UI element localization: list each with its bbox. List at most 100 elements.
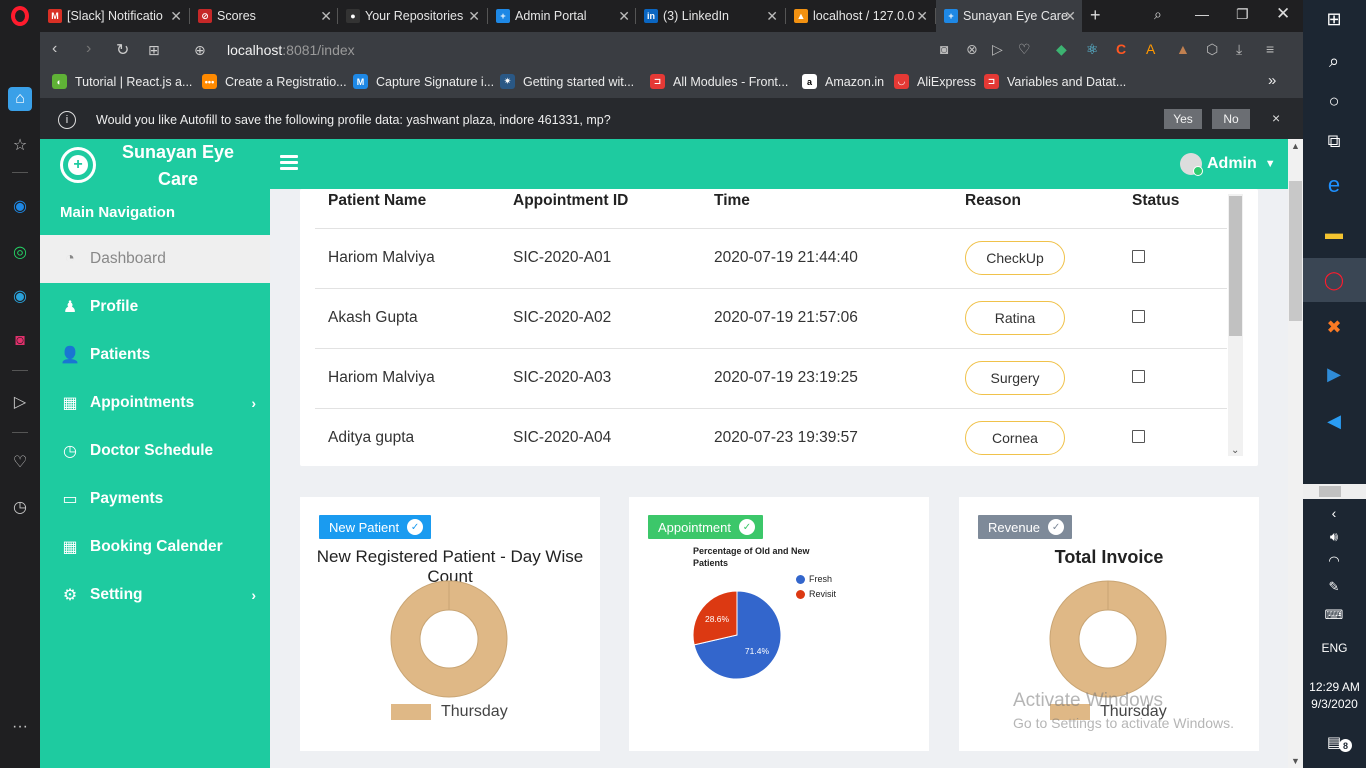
autofill-yes-button[interactable]: Yes — [1164, 109, 1202, 129]
maximize-button[interactable]: ❐ — [1236, 6, 1249, 23]
download-icon[interactable]: ⤓ — [1236, 41, 1242, 58]
table-scroll-thumb[interactable] — [1229, 196, 1242, 336]
history-icon[interactable]: ◷ — [8, 495, 32, 519]
xampp-icon[interactable]: ✖ — [1319, 312, 1349, 342]
bookmark-item[interactable]: ◡ AliExpress — [894, 74, 976, 89]
status-checkbox[interactable] — [1132, 250, 1145, 263]
send-page-icon[interactable]: ▷ — [992, 41, 1003, 58]
sidebar-item-profile[interactable]: ♟ Profile — [40, 283, 270, 331]
status-checkbox[interactable] — [1132, 430, 1145, 443]
status-checkbox[interactable] — [1132, 310, 1145, 323]
close-window-button[interactable]: ✕ — [1276, 4, 1290, 24]
tab-close-icon[interactable]: ✕ — [1064, 8, 1076, 25]
legend-item-revisit[interactable]: Revisit — [796, 589, 836, 599]
box-icon[interactable]: ⬡ — [1206, 41, 1218, 58]
extension-c-icon[interactable]: C — [1116, 41, 1126, 57]
browser-tab[interactable]: ▲ localhost / 127.0.0 ✕ — [786, 0, 934, 32]
bookmark-item[interactable]: ✷ Getting started wit... — [500, 74, 634, 89]
new-tab-button[interactable]: + — [1090, 5, 1101, 26]
bookmark-heart-icon[interactable]: ♡ — [1018, 41, 1031, 58]
bookmark-item[interactable]: ⊐ All Modules - Front... — [650, 74, 788, 89]
tab-close-icon[interactable]: ✕ — [766, 8, 778, 25]
scroll-up-arrow-icon[interactable]: ▲ — [1291, 141, 1300, 151]
column-header[interactable]: Patient Name — [328, 192, 426, 210]
page-scrollbar[interactable]: ▲ ▼ — [1288, 139, 1303, 768]
speed-dial-icon[interactable]: ⊞ — [148, 42, 160, 59]
page-scroll-thumb[interactable] — [1289, 181, 1302, 321]
tab-close-icon[interactable]: ✕ — [170, 8, 182, 25]
bookmark-item[interactable]: M Capture Signature i... — [353, 74, 494, 89]
send-icon[interactable]: ▷ — [8, 390, 32, 414]
sidebar-item-payments[interactable]: ▭ Payments — [40, 475, 270, 523]
tab-close-icon[interactable]: ✕ — [468, 8, 480, 25]
reload-icon[interactable]: ↻ — [116, 40, 129, 60]
heart-icon[interactable]: ♡ — [8, 450, 32, 474]
browser-tab[interactable]: M [Slack] Notificatio ✕ — [40, 0, 188, 32]
column-header[interactable]: Reason — [965, 192, 1021, 210]
column-header[interactable]: Time — [714, 192, 750, 210]
camera-icon[interactable]: ◙ — [940, 41, 948, 57]
messenger-icon[interactable]: ◉ — [8, 194, 32, 218]
sidebar-item-appointments[interactable]: ▦ Appointments › — [40, 379, 270, 427]
bookmark-item[interactable]: a Amazon.in — [802, 74, 884, 89]
close-icon[interactable]: × — [1272, 110, 1280, 126]
tab-close-icon[interactable]: ✕ — [618, 8, 630, 25]
pen-icon[interactable]: ✎ — [1319, 572, 1349, 602]
clock-time[interactable]: 12:29 AM — [1303, 680, 1366, 694]
sidebar-item-doctor-schedule[interactable]: ◷ Doctor Schedule — [40, 427, 270, 475]
search-icon[interactable]: ⌕ — [1319, 46, 1349, 76]
table-row[interactable]: Aditya gupta SIC-2020-A04 2020-07-23 19:39… — [315, 408, 1227, 468]
clock-date[interactable]: 9/3/2020 — [1303, 697, 1366, 711]
minimize-button[interactable]: — — [1195, 6, 1209, 22]
opera-icon[interactable]: ◯ — [1319, 265, 1349, 295]
taskbar-scrollbar[interactable] — [1303, 484, 1366, 499]
scroll-down-arrow-icon[interactable]: ▼ — [1291, 756, 1300, 766]
vscode-icon[interactable]: ◀ — [1319, 406, 1349, 436]
hamburger-menu-icon[interactable] — [280, 155, 298, 173]
browser-tab[interactable]: + Sunayan Eye Care ✕ — [936, 0, 1082, 32]
menu-icon[interactable]: ≡ — [1266, 41, 1274, 57]
browser-tab[interactable]: in (3) LinkedIn ✕ — [636, 0, 784, 32]
bookmark-item[interactable]: ◐ Tutorial | React.js a... — [52, 74, 192, 89]
table-row[interactable]: Hariom Malviya SIC-2020-A03 2020-07-19 23:… — [315, 348, 1227, 408]
column-header[interactable]: Appointment ID — [513, 192, 628, 210]
bookmark-item[interactable]: ⊐ Variables and Datat... — [984, 74, 1126, 89]
block-icon[interactable]: ⊗ — [966, 41, 978, 58]
table-scrollbar[interactable]: ⌄ — [1228, 194, 1243, 456]
more-icon[interactable]: ··· — [8, 715, 32, 739]
sidebar-item-booking-calender[interactable]: ▦ Booking Calender — [40, 523, 270, 571]
back-icon[interactable]: ‹ — [52, 40, 57, 58]
brand-name[interactable]: Sunayan Eye Care — [118, 139, 238, 193]
edge-icon[interactable]: e — [1319, 170, 1349, 200]
star-icon[interactable]: ☆ — [8, 133, 32, 157]
sidebar-item-patients[interactable]: 👤 Patients — [40, 331, 270, 379]
whatsapp-icon[interactable]: ◎ — [8, 240, 32, 264]
autofill-no-button[interactable]: No — [1212, 109, 1250, 129]
task-view-icon[interactable]: ⧉ — [1319, 126, 1349, 156]
instagram-icon[interactable]: ◙ — [8, 329, 32, 353]
column-header[interactable]: Status — [1132, 192, 1179, 210]
language-indicator[interactable]: ENG — [1303, 641, 1366, 655]
tab-close-icon[interactable]: ✕ — [916, 8, 928, 25]
status-checkbox[interactable] — [1132, 370, 1145, 383]
legend-item[interactable]: Thursday — [391, 703, 508, 721]
extension-cube-icon[interactable]: ◆ — [1056, 41, 1067, 58]
table-row[interactable]: Hariom Malviya SIC-2020-A01 2020-07-19 21:… — [315, 228, 1227, 288]
browser-tab[interactable]: + Admin Portal ✕ — [488, 0, 636, 32]
more-bookmarks-icon[interactable]: » — [1268, 72, 1276, 89]
admin-dropdown[interactable]: Admin ▼ — [1180, 153, 1276, 176]
file-explorer-icon[interactable]: ▬ — [1319, 218, 1349, 248]
browser-tab[interactable]: ● Your Repositories ✕ — [338, 0, 486, 32]
extension-triangle-icon[interactable]: ▲ — [1176, 41, 1190, 57]
tab-close-icon[interactable]: ✕ — [320, 8, 332, 25]
extension-a-icon[interactable]: A — [1146, 41, 1155, 57]
forward-icon[interactable]: › — [86, 40, 91, 58]
powershell-icon[interactable]: ▶ — [1319, 359, 1349, 389]
legend-item-fresh[interactable]: Fresh — [796, 574, 832, 584]
opera-logo-icon[interactable] — [0, 0, 40, 32]
sidebar-item-dashboard[interactable]: ◔ Dashboard — [40, 235, 270, 283]
browser-tab[interactable]: ⊘ Scores ✕ — [190, 0, 338, 32]
scroll-down-arrow-icon[interactable]: ⌄ — [1231, 445, 1239, 456]
react-devtools-icon[interactable]: ⚛ — [1086, 41, 1099, 58]
windows-start-icon[interactable]: ⊞ — [1319, 4, 1349, 34]
